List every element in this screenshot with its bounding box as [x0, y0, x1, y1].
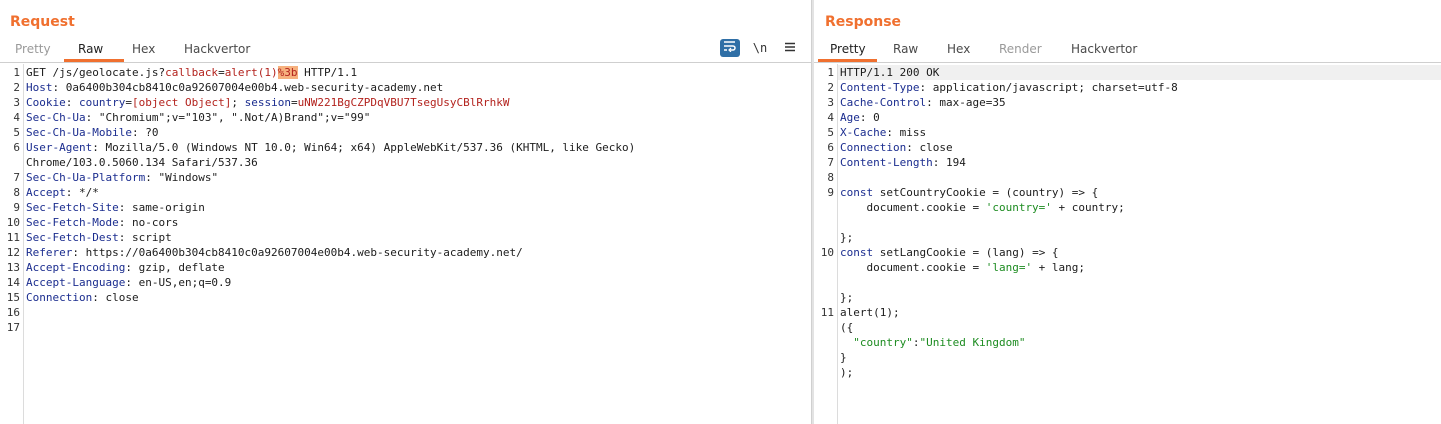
header-accept-encoding: Accept-Encoding: gzip, deflate — [26, 261, 225, 274]
header-sec-ch-ua-mobile: Sec-Ch-Ua-Mobile: ?0 — [26, 126, 159, 139]
header-sec-ch-ua-platform: Sec-Ch-Ua-Platform: "Windows" — [26, 171, 219, 184]
active-tab-indicator — [64, 59, 124, 62]
line-number: 10 — [820, 246, 834, 259]
active-tab-indicator — [818, 59, 877, 62]
header-connection: Connection: close — [26, 291, 139, 304]
line-number: 3 — [13, 96, 20, 109]
line-number: 1 — [13, 66, 20, 79]
line-number: 9 — [13, 201, 20, 214]
highlighted-encoded-char: %3b — [277, 66, 298, 79]
tab-hex[interactable]: Hex — [947, 42, 970, 56]
header-age: Age: 0 — [840, 111, 880, 124]
header-cookie: Cookie: country=[object Object]; session… — [26, 96, 510, 109]
request-tabbar: Pretty Raw Hex Hackvertor \n — [0, 38, 811, 63]
newline-toggle-icon[interactable]: \n — [750, 39, 770, 57]
status-line: HTTP/1.1 200 OK — [840, 66, 940, 79]
line-number: 14 — [6, 276, 20, 289]
tab-raw[interactable]: Raw — [78, 42, 103, 56]
code-line: }; — [840, 291, 854, 304]
line-number: 7 — [827, 156, 834, 169]
response-tabbar: Pretty Raw Hex Render Hackvertor — [814, 38, 1441, 63]
line-number: 10 — [6, 216, 20, 229]
code-line: const setLangCookie = (lang) => { — [840, 246, 1059, 259]
code-line: } — [840, 351, 847, 364]
line-number: 12 — [6, 246, 20, 259]
line-number: 2 — [13, 81, 20, 94]
tab-pretty[interactable]: Pretty — [830, 42, 866, 56]
line-number: 7 — [13, 171, 20, 184]
tab-hex[interactable]: Hex — [132, 42, 155, 56]
tab-hackvertor[interactable]: Hackvertor — [184, 42, 250, 56]
tab-pretty[interactable]: Pretty — [15, 42, 51, 56]
header-cache-control: Cache-Control: max-age=35 — [840, 96, 1006, 109]
code-line: const setCountryCookie = (country) => { — [840, 186, 1099, 199]
line-number: 11 — [820, 306, 834, 319]
line-number: 3 — [827, 96, 834, 109]
code-line: ({ — [840, 321, 854, 334]
line-number: 1 — [827, 66, 834, 79]
code-line: document.cookie = 'country=' + country; — [840, 201, 1125, 214]
line-number: 17 — [6, 321, 20, 334]
header-accept: Accept: */* — [26, 186, 99, 199]
line-number: 4 — [827, 111, 834, 124]
header-user-agent-wrap: Chrome/103.0.5060.134 Safari/537.36 — [26, 156, 258, 169]
tab-hackvertor[interactable]: Hackvertor — [1071, 42, 1137, 56]
line-number: 6 — [13, 141, 20, 154]
header-sec-fetch-site: Sec-Fetch-Site: same-origin — [26, 201, 205, 214]
line-number: 5 — [827, 126, 834, 139]
line-number: 8 — [827, 171, 834, 184]
hamburger-menu-icon[interactable] — [780, 39, 800, 57]
request-pane: Request Pretty Raw Hex Hackvertor \n 1 2… — [0, 0, 811, 424]
line-number: 2 — [827, 81, 834, 94]
header-content-length: Content-Length: 194 — [840, 156, 966, 169]
line-number: 8 — [13, 186, 20, 199]
line-number: 5 — [13, 126, 20, 139]
response-editor[interactable]: 1 2 3 4 5 6 7 8 9 10 11 HTTP/1.1 200 OK … — [814, 64, 1441, 424]
wrap-lines-icon[interactable] — [720, 39, 740, 57]
line-number: 4 — [13, 111, 20, 124]
request-editor[interactable]: 1 2 3 4 5 6 7 8 9 10 11 12 13 14 15 16 1… — [0, 64, 811, 424]
line-number: 6 — [827, 141, 834, 154]
header-host: Host: 0a6400b304cb8410c0a92607004e00b4.w… — [26, 81, 444, 94]
header-accept-language: Accept-Language: en-US,en;q=0.9 — [26, 276, 232, 289]
code-line: }; — [840, 231, 854, 244]
header-sec-ch-ua: Sec-Ch-Ua: "Chromium";v="103", ".Not/A)B… — [26, 111, 371, 124]
header-sec-fetch-mode: Sec-Fetch-Mode: no-cors — [26, 216, 179, 229]
code-line: alert(1); — [840, 306, 900, 319]
line-number: 16 — [6, 306, 20, 319]
tab-raw[interactable]: Raw — [893, 42, 918, 56]
line-number: 11 — [6, 231, 20, 244]
header-user-agent: User-Agent: Mozilla/5.0 (Windows NT 10.0… — [26, 141, 636, 154]
request-line: GET /js/geolocate.js?callback=alert(1)%3… — [26, 66, 358, 79]
line-number: 9 — [827, 186, 834, 199]
line-number: 15 — [6, 291, 20, 304]
header-connection: Connection: close — [840, 141, 953, 154]
header-sec-fetch-dest: Sec-Fetch-Dest: script — [26, 231, 172, 244]
request-title: Request — [10, 14, 75, 30]
response-title: Response — [825, 14, 902, 30]
tab-render[interactable]: Render — [999, 42, 1042, 56]
response-pane: Response Pretty Raw Hex Render Hackverto… — [814, 0, 1441, 424]
line-number-gutter: 1 2 3 4 5 6 7 8 9 10 11 — [814, 64, 838, 424]
line-number-gutter: 1 2 3 4 5 6 7 8 9 10 11 12 13 14 15 16 1… — [0, 64, 24, 424]
line-number: 13 — [6, 261, 20, 274]
code-line: document.cookie = 'lang=' + lang; — [840, 261, 1086, 274]
header-content-type: Content-Type: application/javascript; ch… — [840, 81, 1178, 94]
header-referer: Referer: https://0a6400b304cb8410c0a9260… — [26, 246, 523, 259]
code-line: ); — [840, 366, 854, 379]
code-line: "country":"United Kingdom" — [853, 336, 1026, 349]
header-x-cache: X-Cache: miss — [840, 126, 927, 139]
